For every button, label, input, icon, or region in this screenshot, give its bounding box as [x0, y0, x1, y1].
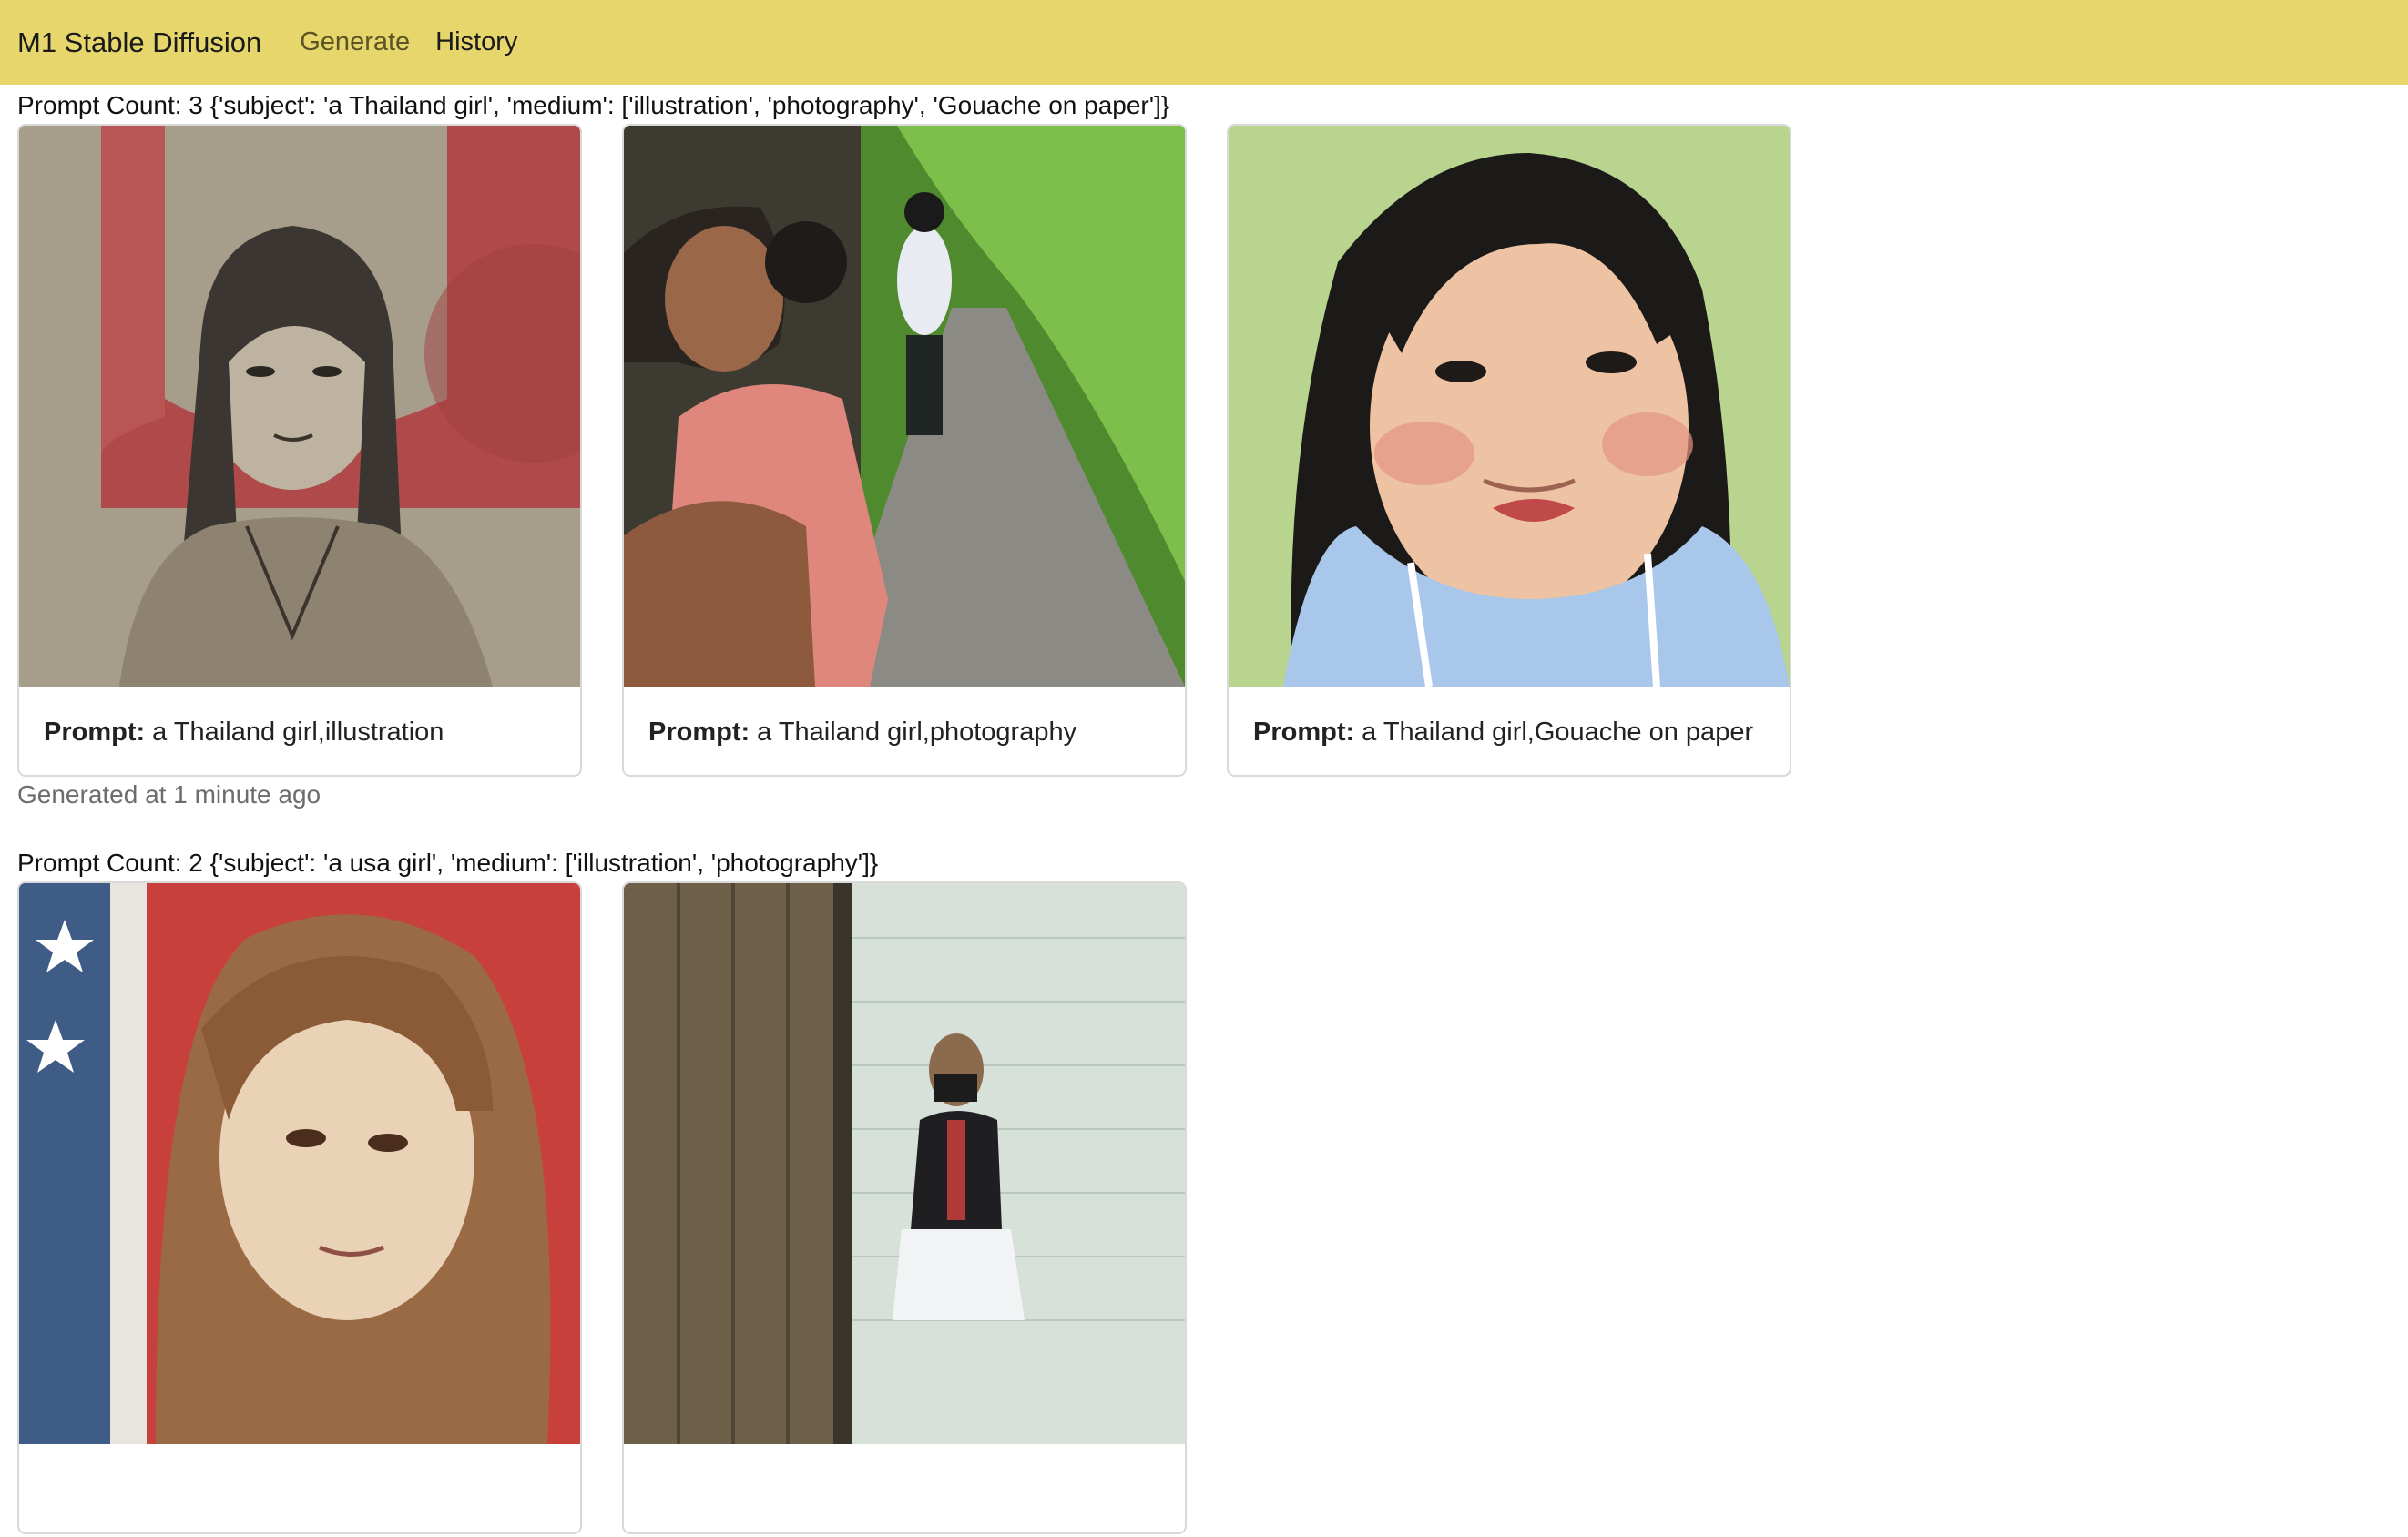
- image-card: Prompt: a Thailand girl,Gouache on paper: [1227, 124, 1791, 777]
- generated-timestamp: Generated at 1 minute ago: [17, 780, 321, 809]
- card-caption: Prompt: a Thailand girl,Gouache on paper: [1229, 687, 1790, 775]
- prompt-text: a Thailand girl,illustration: [152, 717, 444, 747]
- prompt-group-header: Prompt Count: 2 {'subject': 'a usa girl'…: [17, 849, 879, 877]
- prompt-label: Prompt:: [1253, 717, 1355, 747]
- prompt-text: a Thailand girl,photography: [757, 717, 1077, 747]
- nav-link-generate[interactable]: Generate: [300, 27, 410, 57]
- image-card: Prompt: a Thailand girl,illustration: [17, 124, 582, 777]
- generated-image[interactable]: [19, 126, 580, 687]
- prompt-group-1: Prompt Count: 3 {'subject': 'a Thailand …: [17, 87, 1791, 813]
- generated-image[interactable]: [19, 883, 580, 1444]
- top-navbar: M1 Stable Diffusion Generate History: [0, 0, 2408, 85]
- prompt-group-header: Prompt Count: 3 {'subject': 'a Thailand …: [17, 91, 1170, 119]
- image-card-row: [17, 881, 1187, 1537]
- nav-link-history[interactable]: History: [435, 27, 517, 57]
- prompt-label: Prompt:: [648, 717, 750, 747]
- generated-image[interactable]: [1229, 126, 1790, 687]
- prompt-text: a Thailand girl,Gouache on paper: [1362, 717, 1754, 747]
- brand-link[interactable]: M1 Stable Diffusion: [17, 26, 261, 59]
- generated-image[interactable]: [624, 126, 1185, 687]
- prompt-label: Prompt:: [44, 717, 146, 747]
- prompt-group-2: Prompt Count: 2 {'subject': 'a usa girl'…: [17, 845, 1187, 1537]
- image-card: Prompt: a Thailand girl,photography: [622, 124, 1187, 777]
- generated-image[interactable]: [624, 883, 1185, 1444]
- image-card: [17, 881, 582, 1534]
- card-caption: Prompt: a Thailand girl,photography: [624, 687, 1185, 775]
- image-card: [622, 881, 1187, 1534]
- card-caption: Prompt: a Thailand girl,illustration: [19, 687, 580, 775]
- image-card-row: Prompt: a Thailand girl,illustration Pro…: [17, 124, 1791, 779]
